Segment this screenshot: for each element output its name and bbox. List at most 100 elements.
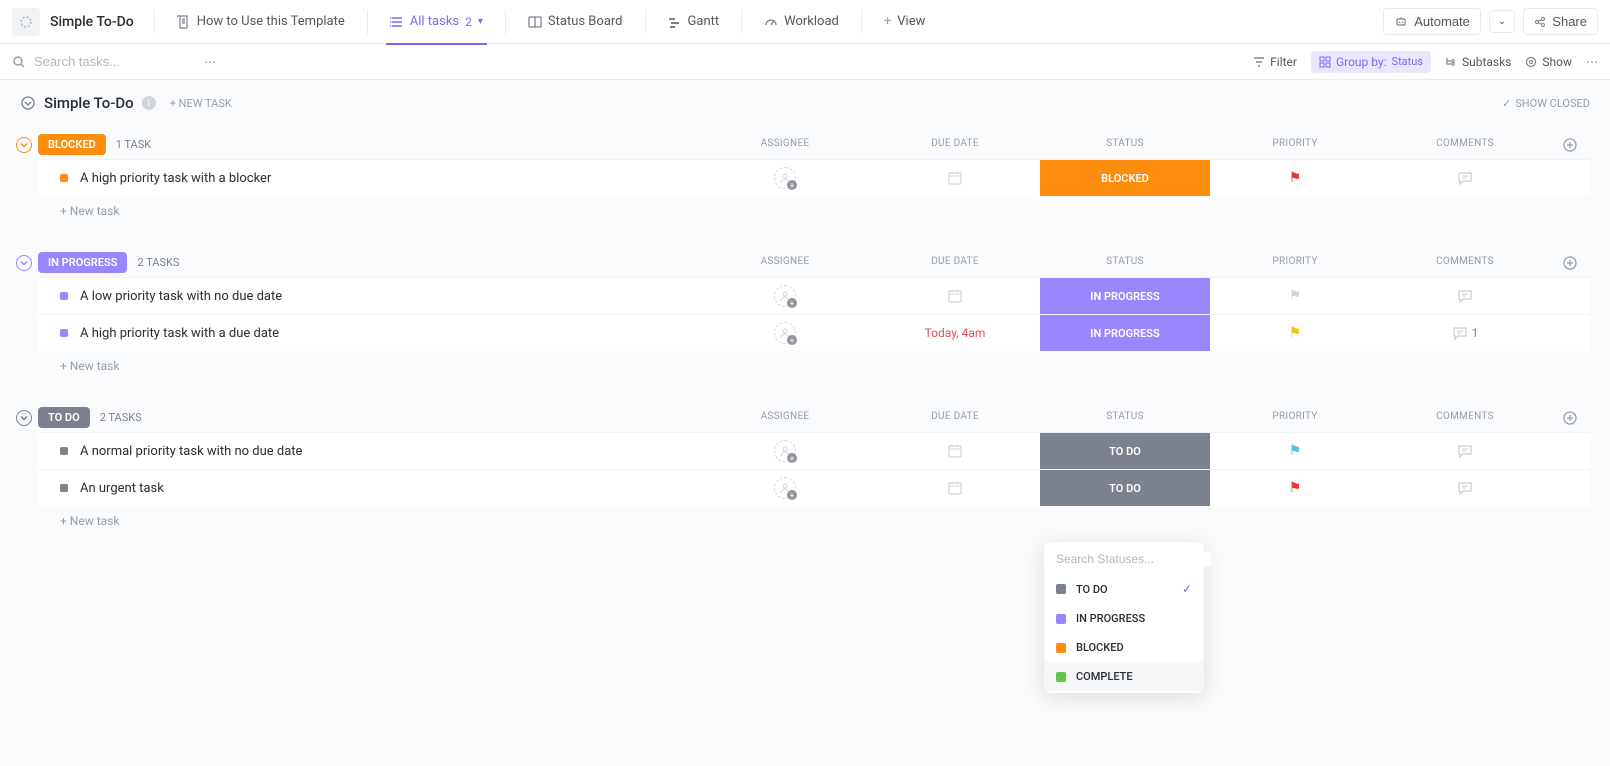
col-due[interactable]: DUE DATE (870, 138, 1040, 152)
filter-button[interactable]: Filter (1253, 55, 1297, 69)
status-option[interactable]: COMPLETE (1044, 662, 1204, 691)
task-row[interactable]: A normal priority task with no due date … (38, 432, 1590, 469)
assignee-add-button[interactable]: + (774, 285, 796, 307)
group-status-pill[interactable]: BLOCKED (38, 134, 106, 155)
search-more-icon[interactable]: ⋯ (204, 55, 216, 69)
new-task-button[interactable]: + New task (38, 351, 1590, 373)
status-cell[interactable]: TO DO (1040, 433, 1210, 469)
group-collapse-icon[interactable] (16, 410, 32, 426)
tab-all-tasks[interactable]: All tasks 2 ▾ (378, 0, 495, 44)
group-header: BLOCKED 1 TASK ASSIGNEE DUE DATE STATUS … (38, 130, 1590, 159)
list-icon[interactable] (12, 8, 40, 36)
col-comments[interactable]: COMMENTS (1380, 138, 1550, 152)
col-status[interactable]: STATUS (1040, 256, 1210, 270)
tab-status-board[interactable]: Status Board (516, 0, 635, 44)
tab-workload[interactable]: Workload (752, 0, 851, 44)
assignee-add-button[interactable]: + (774, 440, 796, 462)
task-status-dot[interactable] (60, 447, 68, 455)
group-icon (1319, 56, 1331, 68)
task-status-dot[interactable] (60, 329, 68, 337)
search-input[interactable] (34, 54, 174, 69)
list-title[interactable]: Simple To-Do (44, 14, 144, 30)
toolbar-more-icon[interactable]: ⋯ (1586, 55, 1598, 69)
group-status-pill[interactable]: IN PROGRESS (38, 252, 127, 273)
task-status-dot[interactable] (60, 174, 68, 182)
automate-button[interactable]: Automate (1383, 8, 1481, 35)
show-button[interactable]: Show (1525, 55, 1572, 69)
status-cell[interactable]: IN PROGRESS (1040, 278, 1210, 314)
add-column-button[interactable] (1550, 256, 1590, 270)
col-assignee[interactable]: ASSIGNEE (700, 411, 870, 425)
info-icon[interactable]: i (142, 96, 156, 110)
group-status-pill[interactable]: TO DO (38, 407, 90, 428)
group-collapse-icon[interactable] (16, 255, 32, 271)
comments-icon[interactable] (1457, 480, 1473, 496)
priority-flag-icon[interactable]: ⚑ (1289, 170, 1302, 186)
priority-flag-icon[interactable]: ⚑ (1289, 325, 1302, 341)
automate-dropdown[interactable]: ⌄ (1489, 10, 1515, 33)
col-comments[interactable]: COMMENTS (1380, 411, 1550, 425)
add-column-button[interactable] (1550, 411, 1590, 425)
comments-icon[interactable] (1457, 170, 1473, 186)
status-cell[interactable]: IN PROGRESS (1040, 315, 1210, 351)
col-priority[interactable]: PRIORITY (1210, 138, 1380, 152)
add-column-button[interactable] (1550, 138, 1590, 152)
plus-icon: + (787, 453, 797, 463)
col-assignee[interactable]: ASSIGNEE (700, 256, 870, 270)
tab-how-to[interactable]: How to Use this Template (165, 0, 357, 44)
status-cell[interactable]: BLOCKED (1040, 160, 1210, 196)
status-option[interactable]: IN PROGRESS (1044, 604, 1204, 633)
assignee-add-button[interactable]: + (774, 322, 796, 344)
task-title[interactable]: A high priority task with a due date (80, 326, 700, 341)
due-date-value[interactable]: Today, 4am (925, 326, 986, 340)
priority-flag-icon[interactable]: ⚑ (1289, 443, 1302, 459)
comments-count[interactable]: 1 (1452, 325, 1479, 341)
new-task-button[interactable]: + New task (38, 506, 1590, 528)
comments-icon[interactable] (1457, 443, 1473, 459)
col-priority[interactable]: PRIORITY (1210, 411, 1380, 425)
subtasks-button[interactable]: Subtasks (1445, 55, 1511, 69)
tab-gantt[interactable]: Gantt (656, 0, 732, 44)
col-assignee[interactable]: ASSIGNEE (700, 138, 870, 152)
new-task-header-button[interactable]: + NEW TASK (170, 97, 232, 110)
assignee-add-button[interactable]: + (774, 167, 796, 189)
task-title[interactable]: An urgent task (80, 481, 700, 496)
group-by-button[interactable]: Group by: Status (1311, 51, 1431, 73)
task-status-dot[interactable] (60, 292, 68, 300)
group-collapse-icon[interactable] (16, 137, 32, 153)
share-button[interactable]: Share (1523, 8, 1598, 35)
col-status[interactable]: STATUS (1040, 138, 1210, 152)
comments-icon[interactable] (1457, 288, 1473, 304)
task-status-dot[interactable] (60, 484, 68, 492)
col-due[interactable]: DUE DATE (870, 411, 1040, 425)
priority-flag-icon[interactable]: ⚑ (1289, 288, 1302, 304)
calendar-icon[interactable] (947, 288, 963, 304)
priority-flag-icon[interactable]: ⚑ (1289, 480, 1302, 496)
list-title[interactable]: Simple To-Do (44, 94, 134, 112)
task-row[interactable]: A low priority task with no due date + I… (38, 277, 1590, 314)
add-view-button[interactable]: + View (872, 0, 938, 44)
status-option[interactable]: BLOCKED (1044, 633, 1204, 662)
status-cell[interactable]: TO DO (1040, 470, 1210, 506)
priority-cell: ⚑ (1210, 470, 1380, 506)
col-comments[interactable]: COMMENTS (1380, 256, 1550, 270)
calendar-icon[interactable] (947, 480, 963, 496)
col-due[interactable]: DUE DATE (870, 256, 1040, 270)
task-row[interactable]: A high priority task with a blocker + BL… (38, 159, 1590, 196)
priority-cell: ⚑ (1210, 278, 1380, 314)
status-option[interactable]: TO DO ✓ (1044, 574, 1204, 604)
status-search-input[interactable] (1056, 552, 1211, 566)
col-priority[interactable]: PRIORITY (1210, 256, 1380, 270)
collapse-icon[interactable] (20, 95, 36, 111)
task-row[interactable]: A high priority task with a due date + T… (38, 314, 1590, 351)
new-task-button[interactable]: + New task (38, 196, 1590, 218)
show-closed-button[interactable]: ✓ SHOW CLOSED (1502, 97, 1590, 110)
col-status[interactable]: STATUS (1040, 411, 1210, 425)
task-row[interactable]: An urgent task + TO DO ⚑ (38, 469, 1590, 506)
calendar-icon[interactable] (947, 170, 963, 186)
task-title[interactable]: A high priority task with a blocker (80, 171, 700, 186)
assignee-add-button[interactable]: + (774, 477, 796, 499)
task-title[interactable]: A low priority task with no due date (80, 289, 700, 304)
calendar-icon[interactable] (947, 443, 963, 459)
task-title[interactable]: A normal priority task with no due date (80, 444, 700, 459)
